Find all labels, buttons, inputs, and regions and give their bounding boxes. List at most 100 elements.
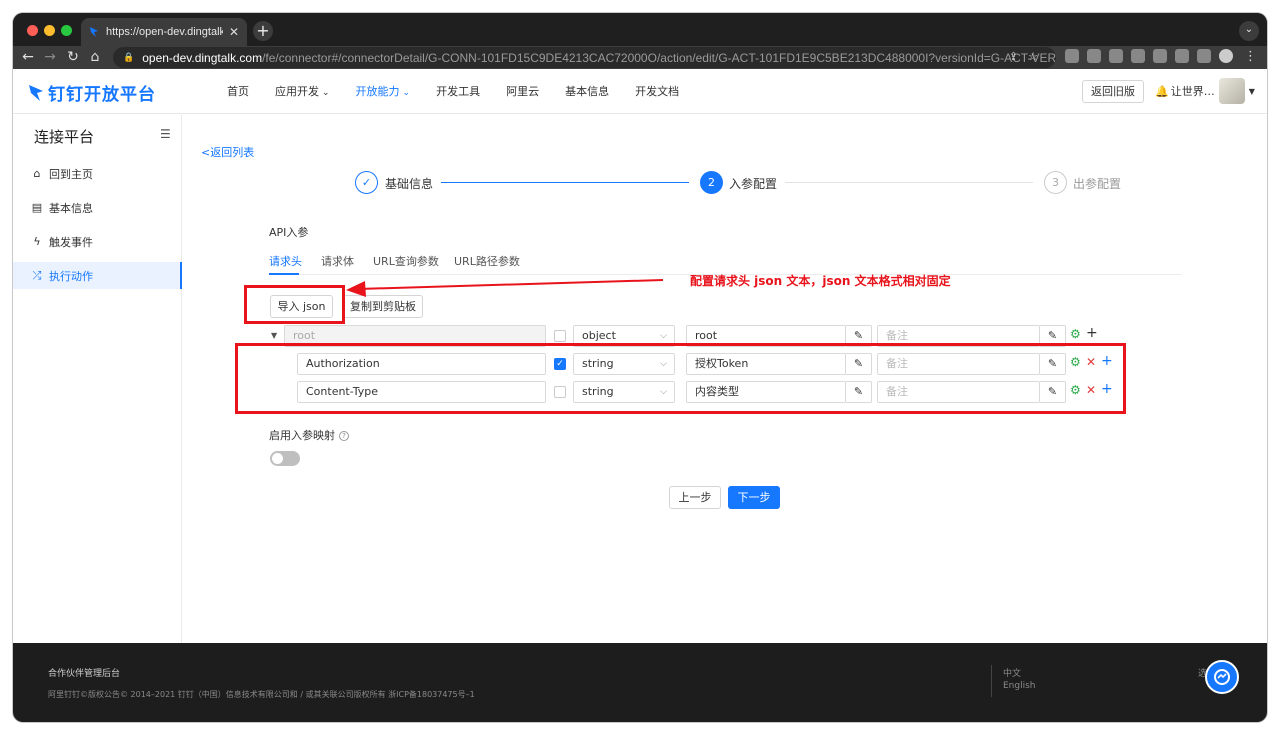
forward-arrow-icon[interactable]: → bbox=[41, 48, 59, 66]
help-icon[interactable]: ? bbox=[339, 431, 349, 441]
lang-zh-link[interactable]: 中文 bbox=[1003, 666, 1021, 679]
copy-to-clipboard-button[interactable]: 复制到剪贴板 bbox=[343, 295, 423, 318]
avatar[interactable] bbox=[1218, 78, 1245, 104]
sidebar-item-2[interactable]: ϟ 触发事件 bbox=[13, 228, 182, 255]
reload-icon[interactable]: ↻ bbox=[64, 48, 82, 66]
nav-item-2[interactable]: 开放能力 ⌄ bbox=[356, 69, 411, 114]
sidebar: 连接平台 ☰ ⌂ 回到主页 ▤ 基本信息 ϟ 触发事件 ⤮ 执行动作 bbox=[13, 115, 182, 643]
sidebar-item-label: 执行动作 bbox=[49, 269, 93, 283]
sidebar-item-label: 触发事件 bbox=[49, 235, 93, 249]
chevron-down-icon: ⌄ bbox=[402, 88, 411, 98]
puzzle-icon[interactable] bbox=[1175, 49, 1189, 63]
nav-item-label: 开发工具 bbox=[436, 85, 481, 98]
settings-gear-icon[interactable]: ⚙ bbox=[1070, 327, 1081, 341]
lang-en-link[interactable]: English bbox=[1003, 681, 1036, 691]
tab-close-icon[interactable]: ✕ bbox=[229, 25, 239, 39]
top-nav: 钉钉开放平台 首页 应用开发 ⌄ 开放能力 ⌄ 开发工具 阿里云 基本信息 开发文档 返回旧版 … bbox=[13, 69, 1267, 114]
nav-item-6[interactable]: 开发文档 bbox=[635, 69, 679, 114]
tab-search-icon[interactable]: ⌄ bbox=[1239, 21, 1259, 41]
nav-item-3[interactable]: 开发工具 bbox=[436, 69, 480, 114]
required-checkbox bbox=[554, 330, 566, 342]
caret-down-icon[interactable]: ▼ bbox=[1249, 87, 1255, 96]
user-menu[interactable]: 🔔 让世界… ▼ bbox=[1155, 78, 1255, 104]
tab-body[interactable]: 请求体 bbox=[321, 253, 354, 269]
dingtalk-favicon-icon bbox=[90, 27, 98, 37]
tab-title: https://open-dev.dingtalk.com bbox=[106, 26, 223, 38]
home-button-icon[interactable]: ⌂ bbox=[86, 48, 104, 66]
steps: ✓ 基础信息 2 入参配置 3 出参配置 bbox=[343, 171, 1123, 195]
maximize-window-button[interactable] bbox=[61, 25, 72, 36]
tab-strip: https://open-dev.dingtalk.com ✕ + ⌄ bbox=[13, 13, 1267, 46]
back-arrow-icon[interactable]: ← bbox=[19, 48, 37, 66]
old-version-button[interactable]: 返回旧版 bbox=[1082, 80, 1144, 103]
sidebar-item-0[interactable]: ⌂ 回到主页 bbox=[13, 160, 182, 187]
sidebar-item-3[interactable]: ⤮ 执行动作 bbox=[13, 262, 182, 289]
extensions-bar bbox=[1065, 49, 1233, 63]
tab-headers[interactable]: 请求头 bbox=[269, 253, 302, 269]
step-2-circle: 2 bbox=[700, 171, 723, 194]
footer-title[interactable]: 合作伙伴管理后台 bbox=[48, 666, 120, 679]
active-tab-indicator bbox=[269, 273, 299, 275]
url-path: /fe/connector#/connectorDetail/G-CONN-10… bbox=[262, 50, 1056, 65]
main-nav: 首页 应用开发 ⌄ 开放能力 ⌄ 开发工具 阿里云 基本信息 开发文档 bbox=[227, 69, 705, 114]
bell-icon[interactable]: 🔔 bbox=[1155, 85, 1169, 98]
extension-icon[interactable] bbox=[1065, 49, 1079, 63]
extension-icon[interactable] bbox=[1087, 49, 1101, 63]
browser-tab[interactable]: https://open-dev.dingtalk.com ✕ bbox=[81, 18, 247, 46]
nav-item-label: 开放能力 bbox=[355, 85, 400, 98]
toggle-knob bbox=[272, 453, 283, 464]
extension-icon[interactable] bbox=[1131, 49, 1145, 63]
type-select-value: object bbox=[582, 329, 616, 342]
back-to-list-link[interactable]: <返回列表 bbox=[201, 144, 254, 160]
bolt-icon: ϟ bbox=[33, 235, 41, 248]
tab-query-params[interactable]: URL查询参数 bbox=[373, 253, 439, 269]
step-connector bbox=[441, 182, 689, 183]
nav-item-1[interactable]: 应用开发 ⌄ bbox=[275, 69, 330, 114]
lock-icon: 🔒 bbox=[123, 52, 135, 62]
sidebar-icon[interactable] bbox=[1197, 49, 1211, 63]
tree-collapse-icon[interactable]: ▼ bbox=[271, 331, 277, 340]
nav-item-label: 开发文档 bbox=[635, 85, 680, 98]
step-3-label: 出参配置 bbox=[1073, 177, 1122, 191]
browser-toolbar: ← → ↻ ⌂ 🔒 open-dev.dingtalk.com/fe/conne… bbox=[13, 46, 1267, 69]
kebab-menu-icon[interactable]: ⋮ bbox=[1244, 49, 1257, 64]
sidebar-title: 连接平台 bbox=[34, 128, 95, 146]
sidebar-item-1[interactable]: ▤ 基本信息 bbox=[13, 194, 182, 221]
close-window-button[interactable] bbox=[27, 25, 38, 36]
extension-icon[interactable] bbox=[1109, 49, 1123, 63]
address-bar[interactable]: 🔒 open-dev.dingtalk.com/fe/connector#/co… bbox=[113, 47, 1056, 68]
param-tabs: 请求头 请求体 URL查询参数 URL路径参数 bbox=[269, 243, 1181, 275]
help-chat-button[interactable] bbox=[1205, 660, 1239, 694]
step-3-circle: 3 bbox=[1044, 171, 1067, 194]
chevron-down-icon: ⌄ bbox=[322, 88, 330, 98]
dingtalk-logo[interactable]: 钉钉开放平台 bbox=[28, 80, 156, 105]
chat-bubble-icon bbox=[1214, 669, 1230, 685]
page: 钉钉开放平台 首页 应用开发 ⌄ 开放能力 ⌄ 开发工具 阿里云 基本信息 开发文档 返回旧版 … bbox=[13, 69, 1267, 722]
flow-icon: ⤮ bbox=[32, 268, 42, 282]
next-step-button[interactable]: 下一步 bbox=[728, 486, 780, 509]
step-1-circle: ✓ bbox=[355, 171, 378, 194]
new-tab-button[interactable]: + bbox=[253, 21, 273, 41]
minimize-window-button[interactable] bbox=[44, 25, 55, 36]
nav-item-0[interactable]: 首页 bbox=[227, 69, 249, 114]
nav-item-5[interactable]: 基本信息 bbox=[565, 69, 609, 114]
prev-step-button[interactable]: 上一步 bbox=[669, 486, 721, 509]
logo-text: 钉钉开放平台 bbox=[48, 85, 156, 105]
param-mapping-label: 启用入参映射? bbox=[269, 427, 349, 443]
profile-icon[interactable] bbox=[1219, 49, 1233, 63]
param-mapping-toggle[interactable] bbox=[270, 451, 300, 466]
user-name: 让世界… bbox=[1170, 85, 1215, 98]
share-bookmark-icons[interactable]: ⇪☆ bbox=[1009, 50, 1048, 63]
nav-item-4[interactable]: 阿里云 bbox=[506, 69, 539, 114]
menu-collapse-icon[interactable]: ☰ bbox=[160, 127, 171, 141]
extension-icon[interactable] bbox=[1153, 49, 1167, 63]
footer: 合作伙伴管理后台 阿里钉钉©版权公告© 2014–2021 钉钉（中国）信息技术… bbox=[13, 643, 1267, 722]
step-connector bbox=[785, 182, 1033, 183]
sidebar-item-label: 基本信息 bbox=[49, 201, 93, 215]
tab-path-params[interactable]: URL路径参数 bbox=[454, 253, 520, 269]
param-mapping-text: 启用入参映射 bbox=[269, 429, 335, 442]
home-icon: ⌂ bbox=[33, 167, 41, 180]
nav-item-label: 阿里云 bbox=[506, 85, 540, 98]
add-child-icon[interactable]: + bbox=[1086, 325, 1098, 341]
api-params-label: API入参 bbox=[269, 226, 309, 239]
